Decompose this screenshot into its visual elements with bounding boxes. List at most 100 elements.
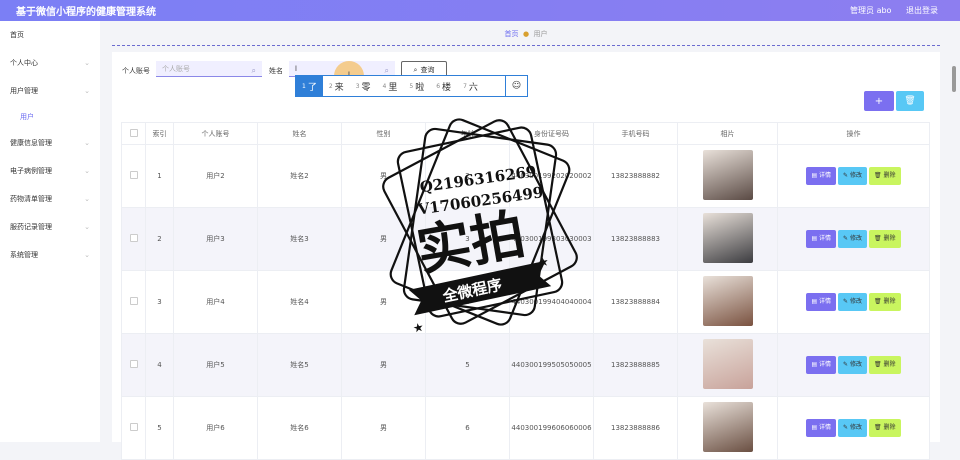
detail-button[interactable]: ▤ 详情 bbox=[806, 356, 837, 374]
delete-icon: 🗑 bbox=[874, 298, 884, 305]
cell-account: 用户3 bbox=[173, 207, 258, 271]
detail-label: 详情 bbox=[819, 361, 832, 368]
ime-candidate[interactable]: 7六 bbox=[457, 76, 484, 96]
detail-button[interactable]: ▤ 详情 bbox=[806, 293, 837, 311]
select-all-checkbox[interactable] bbox=[129, 128, 138, 137]
cell-age: 6 bbox=[425, 396, 510, 460]
cell-photo bbox=[677, 144, 778, 208]
emoji-icon[interactable]: ☺ bbox=[505, 76, 527, 96]
detail-label: 详情 bbox=[819, 424, 832, 431]
delete-button[interactable]: 🗑 删除 bbox=[869, 356, 901, 374]
sidebar-item[interactable]: 用户 bbox=[0, 105, 100, 129]
row-checkbox[interactable] bbox=[129, 360, 138, 368]
ime-candidate[interactable]: 6楼 bbox=[430, 76, 457, 96]
cell-idx: 1 bbox=[145, 144, 174, 208]
cell-phone: 13823888885 bbox=[593, 333, 678, 397]
cell-photo bbox=[677, 207, 778, 271]
detail-button[interactable]: ▤ 详情 bbox=[806, 230, 837, 248]
edit-icon: ✎ bbox=[843, 424, 850, 431]
row-checkbox[interactable] bbox=[129, 423, 138, 431]
bulk-delete-button[interactable]: 🗑 bbox=[896, 91, 924, 111]
row-checkbox[interactable] bbox=[129, 297, 138, 305]
column-header: 姓名 bbox=[257, 122, 342, 145]
edit-icon: ✎ bbox=[843, 235, 850, 242]
sidebar-item[interactable]: 首页 bbox=[0, 21, 100, 49]
delete-label: 删除 bbox=[883, 298, 896, 305]
cell-account: 用户4 bbox=[173, 270, 258, 334]
breadcrumb-separator-icon: ● bbox=[520, 30, 532, 38]
sidebar-item[interactable]: 电子病例管理 ⌄ bbox=[0, 157, 100, 185]
user-photo bbox=[702, 150, 753, 200]
sidebar-item[interactable]: 药物清单管理 ⌄ bbox=[0, 185, 100, 213]
ime-candidate-bar[interactable]: 1 了 2 来 3 零 4 里 5 啦 6 楼 7 六 ☺ bbox=[295, 75, 528, 97]
sidebar-item[interactable]: 健康信息管理 ⌄ bbox=[0, 129, 100, 157]
sidebar-item[interactable]: 系统管理 ⌄ bbox=[0, 241, 100, 269]
scrollbar[interactable] bbox=[952, 66, 956, 92]
sidebar-item[interactable]: 服药记录管理 ⌄ bbox=[0, 213, 100, 241]
column-header: 手机号码 bbox=[593, 122, 678, 145]
user-photo bbox=[702, 339, 753, 389]
breadcrumb-home[interactable]: 首页 bbox=[504, 30, 518, 38]
delete-button[interactable]: 🗑 删除 bbox=[869, 167, 901, 185]
sidebar-item-label: 用户 bbox=[20, 113, 34, 121]
edit-label: 修改 bbox=[849, 298, 862, 305]
delete-icon: 🗑 bbox=[874, 235, 884, 242]
sidebar-item[interactable]: 用户管理 ⌄ bbox=[0, 77, 100, 105]
ime-candidate[interactable]: 4里 bbox=[377, 76, 404, 96]
sidebar-item[interactable]: 个人中心 ⌄ bbox=[0, 49, 100, 77]
add-button[interactable]: + bbox=[864, 91, 894, 111]
cell-account: 用户2 bbox=[173, 144, 258, 208]
cell-phone: 13823888884 bbox=[593, 270, 678, 334]
column-header: 索引 bbox=[145, 122, 174, 145]
ime-candidate-word: 来 bbox=[334, 82, 344, 93]
ime-candidate-number: 1 bbox=[302, 82, 306, 90]
select-all-cell bbox=[121, 122, 146, 145]
chevron-down-icon: ⌄ bbox=[84, 195, 90, 203]
column-header: 个人账号 bbox=[173, 122, 258, 145]
row-checkbox[interactable] bbox=[129, 171, 138, 179]
delete-label: 删除 bbox=[883, 424, 896, 431]
ime-candidate[interactable]: 5啦 bbox=[403, 76, 430, 96]
edit-button[interactable]: ✎ 修改 bbox=[838, 167, 867, 185]
cell-name: 姓名2 bbox=[257, 144, 342, 208]
sidebar-item-label: 健康信息管理 bbox=[10, 139, 52, 147]
account-input[interactable]: 个人账号 ⌕ bbox=[156, 61, 262, 77]
cell-id: 440300199505050005 bbox=[509, 333, 594, 397]
delete-button[interactable]: 🗑 删除 bbox=[869, 230, 901, 248]
ime-candidate[interactable]: 2来 bbox=[323, 76, 350, 96]
chevron-down-icon: ⌄ bbox=[84, 87, 90, 95]
edit-label: 修改 bbox=[849, 172, 862, 179]
sidebar-item-label: 系统管理 bbox=[10, 251, 38, 259]
chevron-down-icon: ⌄ bbox=[84, 251, 90, 259]
cell-photo bbox=[677, 270, 778, 334]
cell-name: 姓名3 bbox=[257, 207, 342, 271]
cell-actions: ▤ 详情 ✎ 修改 🗑 删除 bbox=[777, 207, 930, 271]
cell-name: 姓名5 bbox=[257, 333, 342, 397]
delete-label: 删除 bbox=[883, 235, 896, 242]
edit-label: 修改 bbox=[849, 361, 862, 368]
detail-button[interactable]: ▤ 详情 bbox=[806, 167, 837, 185]
detail-button[interactable]: ▤ 详情 bbox=[806, 419, 837, 437]
edit-button[interactable]: ✎ 修改 bbox=[838, 293, 867, 311]
edit-button[interactable]: ✎ 修改 bbox=[838, 230, 867, 248]
cell-photo bbox=[677, 333, 778, 397]
logout-link[interactable]: 退出登录 bbox=[906, 6, 938, 15]
delete-button[interactable]: 🗑 删除 bbox=[869, 293, 901, 311]
edit-button[interactable]: ✎ 修改 bbox=[838, 356, 867, 374]
cell-idx: 3 bbox=[145, 270, 174, 334]
breadcrumb-current: 用户 bbox=[533, 30, 548, 38]
ime-candidate[interactable]: 1了 bbox=[296, 76, 323, 96]
ime-candidate-number: 6 bbox=[436, 82, 441, 90]
edit-label: 修改 bbox=[849, 424, 862, 431]
ime-candidate-word: 楼 bbox=[442, 82, 452, 93]
cell-age: 5 bbox=[425, 333, 510, 397]
ime-candidate[interactable]: 3零 bbox=[350, 76, 377, 96]
column-header: 相片 bbox=[677, 122, 778, 145]
edit-button[interactable]: ✎ 修改 bbox=[838, 419, 867, 437]
search-icon: ⌕ bbox=[251, 66, 256, 75]
cell-id: 440300199606060006 bbox=[509, 396, 594, 460]
row-checkbox[interactable] bbox=[129, 234, 138, 242]
delete-button[interactable]: 🗑 删除 bbox=[869, 419, 901, 437]
top-bar: 基于微信小程序的健康管理系统 管理员 abo 退出登录 bbox=[0, 0, 960, 21]
table-row: 4 用户5 姓名5 男 5 440300199505050005 13823888885 ▤ … bbox=[121, 333, 930, 397]
